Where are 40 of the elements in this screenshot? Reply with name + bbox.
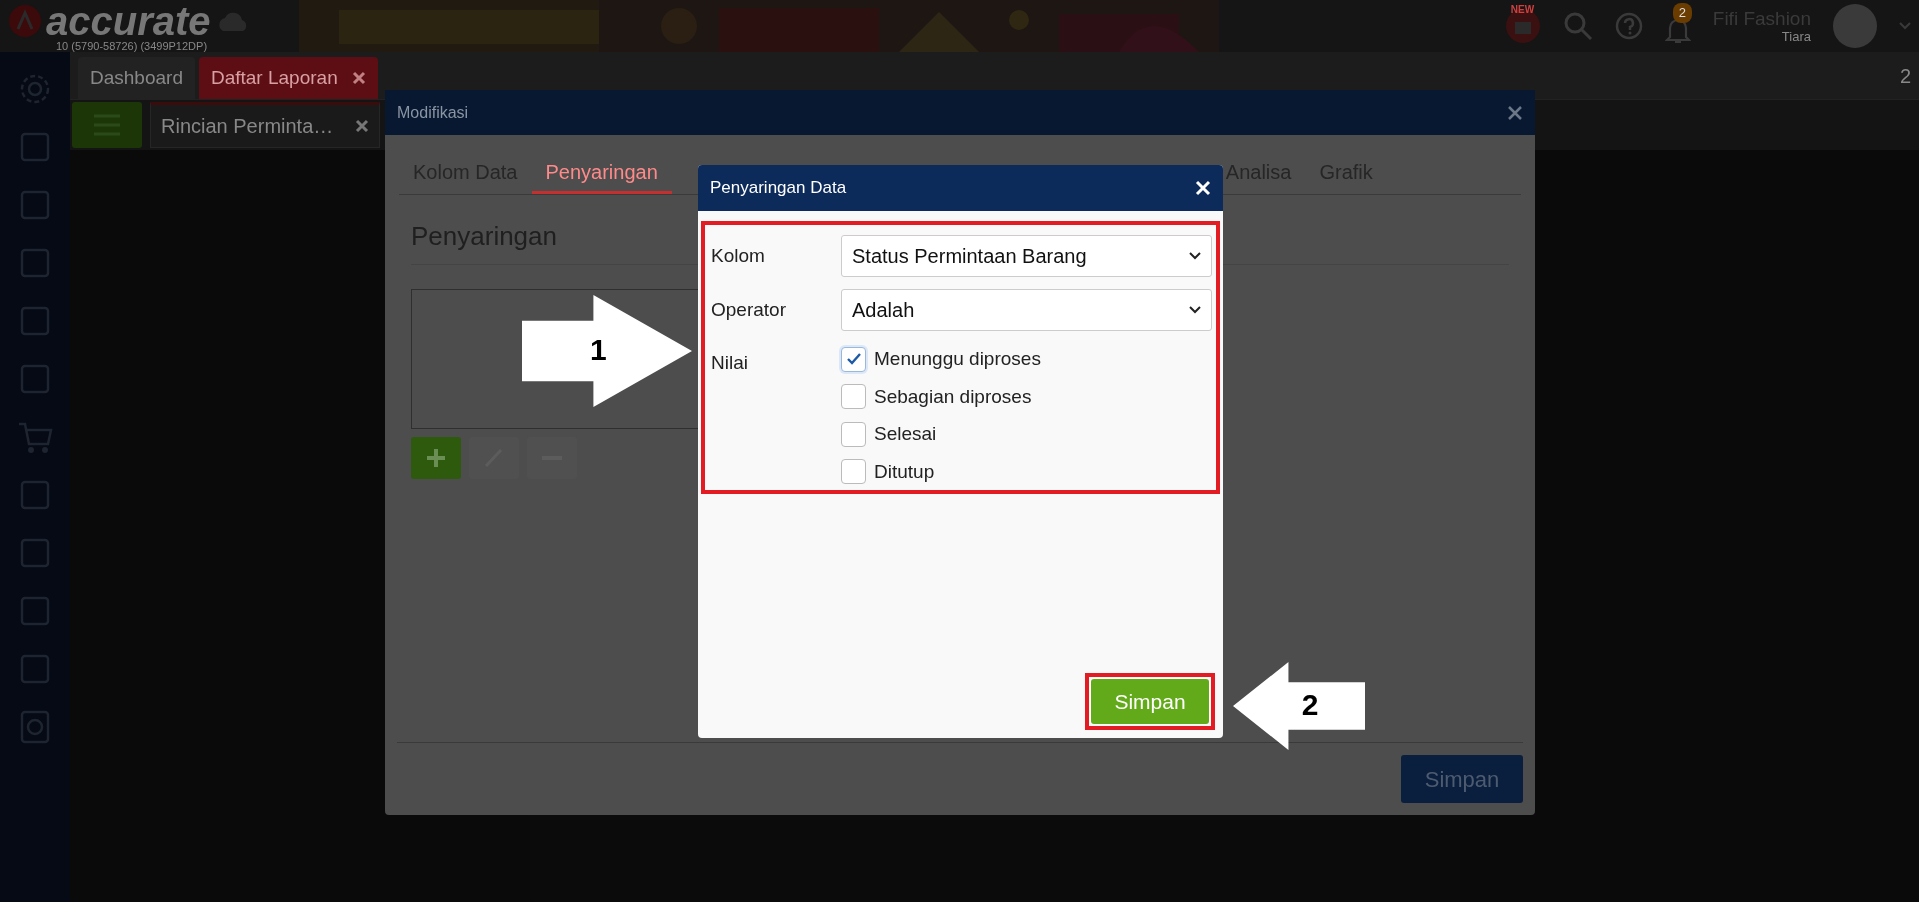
dropdown-field[interactable]: Adalah	[841, 289, 1212, 331]
logo-text: accurate	[46, 0, 211, 41]
checkbox[interactable]	[841, 421, 866, 447]
step-number: 2	[1301, 690, 1319, 720]
avatar[interactable]	[1833, 4, 1877, 48]
chevron-down-icon	[1189, 252, 1201, 260]
dropdown-field[interactable]: Status Permintaan Barang	[841, 235, 1212, 277]
logo-icon	[8, 3, 42, 38]
field-label: Kolom	[711, 243, 766, 268]
report-tab[interactable]: Dashboard	[78, 57, 195, 99]
checkbox[interactable]	[841, 346, 866, 372]
chevron-down-icon	[1189, 306, 1201, 314]
plus-icon	[424, 446, 448, 470]
modal-tab[interactable]: Penyaringan	[531, 153, 672, 194]
help-icon[interactable]	[1614, 12, 1643, 40]
build-info: 10 (5790-58726) (3499P12DP)	[56, 40, 209, 52]
save-button[interactable]: Simpan	[1091, 679, 1209, 724]
tab-counter: 2	[1899, 63, 1911, 89]
notification-badge: 2	[1672, 3, 1693, 23]
add-button[interactable]	[411, 437, 461, 479]
checkbox[interactable]	[841, 384, 866, 410]
field-label: Operator	[711, 297, 787, 322]
new-label: NEW	[1510, 3, 1535, 17]
menu-button[interactable]	[72, 102, 142, 148]
field-label: Nilai	[711, 351, 749, 375]
step-number: 1	[590, 335, 607, 365]
report-tab[interactable]: Daftar Laporan	[198, 57, 378, 99]
search-icon[interactable]	[1562, 11, 1593, 41]
option-label: Sebagian diproses	[874, 384, 1032, 409]
modal-title: Modifikasi	[397, 102, 469, 123]
dialog-title: Penyaringan Data	[710, 177, 847, 200]
option-label: Selesai	[874, 422, 937, 446]
option-label: Menunggu diproses	[874, 347, 1041, 371]
check-icon	[846, 353, 861, 366]
save-button[interactable]: Simpan	[1401, 755, 1523, 803]
checkbox[interactable]	[841, 459, 866, 485]
report-tab[interactable]: Rincian Perminta…	[150, 102, 381, 148]
option-label: Ditutup	[874, 459, 935, 484]
caret-icon[interactable]	[1899, 22, 1911, 30]
user-name: Tiara	[1781, 29, 1811, 43]
